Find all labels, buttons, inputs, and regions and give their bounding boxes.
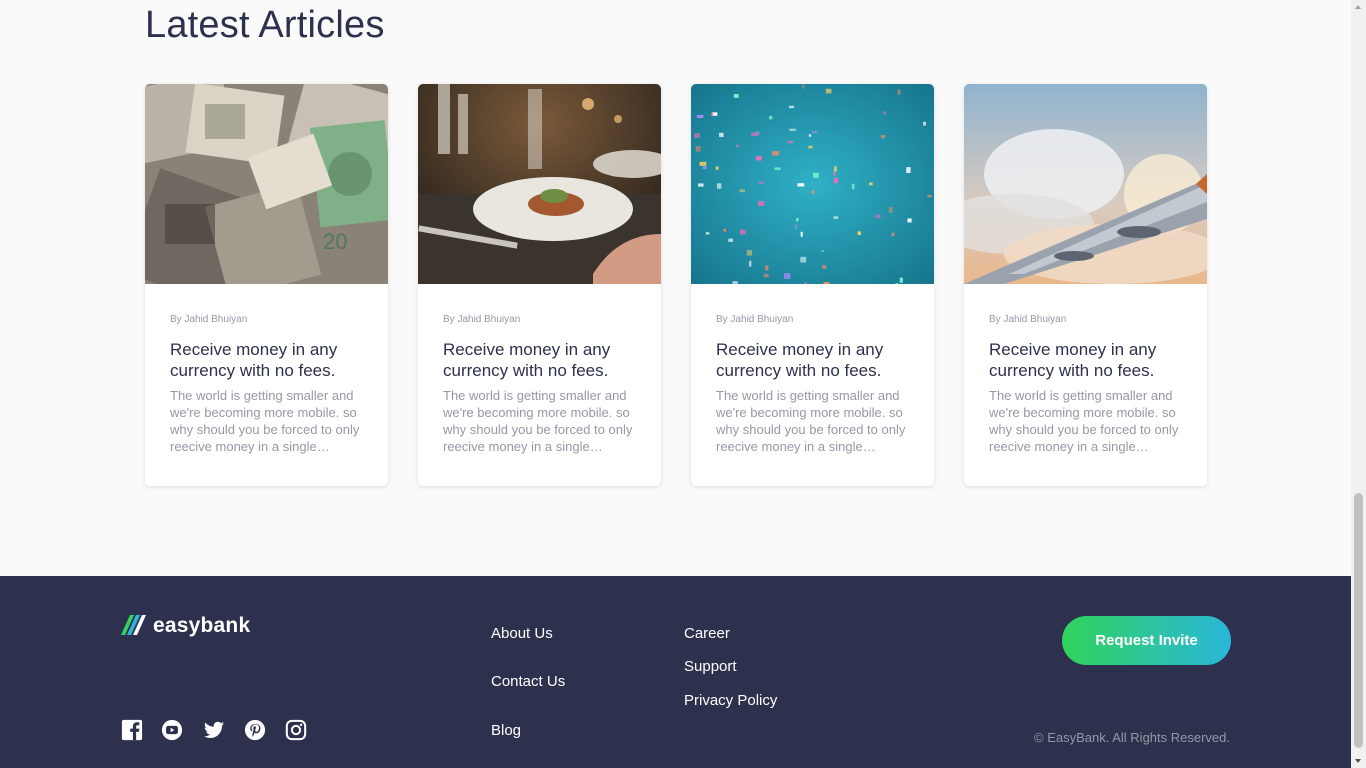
article-title[interactable]: Receive money in any currency with no fe…: [443, 339, 643, 381]
facebook-icon[interactable]: [121, 719, 143, 741]
youtube-icon[interactable]: [161, 719, 183, 741]
pinterest-icon[interactable]: [244, 719, 266, 741]
footer-link-contact-us[interactable]: Contact Us: [491, 673, 565, 690]
article-excerpt: The world is getting smaller and we're b…: [443, 388, 633, 454]
footer-link-blog[interactable]: Blog: [491, 722, 521, 739]
article-image-confetti[interactable]: [691, 84, 934, 284]
article-image-restaurant[interactable]: [418, 84, 661, 284]
article-excerpt: The world is getting smaller and we're b…: [989, 388, 1179, 454]
section-title: Latest Articles: [145, 4, 385, 46]
article-title[interactable]: Receive money in any currency with no fe…: [716, 339, 916, 381]
scroll-down-arrow-icon[interactable]: [1355, 759, 1361, 763]
article-card[interactable]: By Jahid Bhuiyan Receive money in any cu…: [418, 84, 661, 486]
svg-text:20: 20: [323, 229, 347, 254]
article-card[interactable]: By Jahid Bhuiyan Receive money in any cu…: [691, 84, 934, 486]
footer-link-privacy-policy[interactable]: Privacy Policy: [684, 692, 777, 709]
copyright-text: © EasyBank. All Rights Reserved.: [1034, 730, 1230, 745]
article-author: By Jahid Bhuiyan: [716, 314, 794, 325]
article-card[interactable]: 20 By Jahid Bhuiyan Receive money in any…: [145, 84, 388, 486]
instagram-icon[interactable]: [285, 719, 307, 741]
footer-logo[interactable]: easybank: [121, 614, 250, 638]
request-invite-button[interactable]: Request Invite: [1062, 616, 1231, 665]
page-scrollbar[interactable]: [1351, 0, 1366, 768]
logo-text: easybank: [153, 614, 251, 637]
easybank-logo-icon: [121, 615, 146, 635]
article-excerpt: The world is getting smaller and we're b…: [170, 388, 360, 454]
footer-link-career[interactable]: Career: [684, 625, 730, 642]
article-author: By Jahid Bhuiyan: [170, 314, 248, 325]
site-footer: easybank About Us Contact Us Blog Career…: [0, 576, 1351, 768]
article-author: By Jahid Bhuiyan: [443, 314, 521, 325]
article-excerpt: The world is getting smaller and we're b…: [716, 388, 906, 454]
twitter-icon[interactable]: [203, 719, 225, 741]
article-author: By Jahid Bhuiyan: [989, 314, 1067, 325]
footer-link-support[interactable]: Support: [684, 658, 737, 675]
article-title[interactable]: Receive money in any currency with no fe…: [170, 339, 370, 381]
scroll-up-arrow-icon[interactable]: [1355, 5, 1361, 9]
scrollbar-thumb[interactable]: [1354, 493, 1363, 748]
page: Latest Articles 20 By Jahid Bhuiyan Rece…: [0, 0, 1351, 768]
article-image-airplane[interactable]: [964, 84, 1207, 284]
article-card[interactable]: By Jahid Bhuiyan Receive money in any cu…: [964, 84, 1207, 486]
article-title[interactable]: Receive money in any currency with no fe…: [989, 339, 1189, 381]
footer-link-about-us[interactable]: About Us: [491, 625, 553, 642]
article-image-currency[interactable]: 20: [145, 84, 388, 284]
